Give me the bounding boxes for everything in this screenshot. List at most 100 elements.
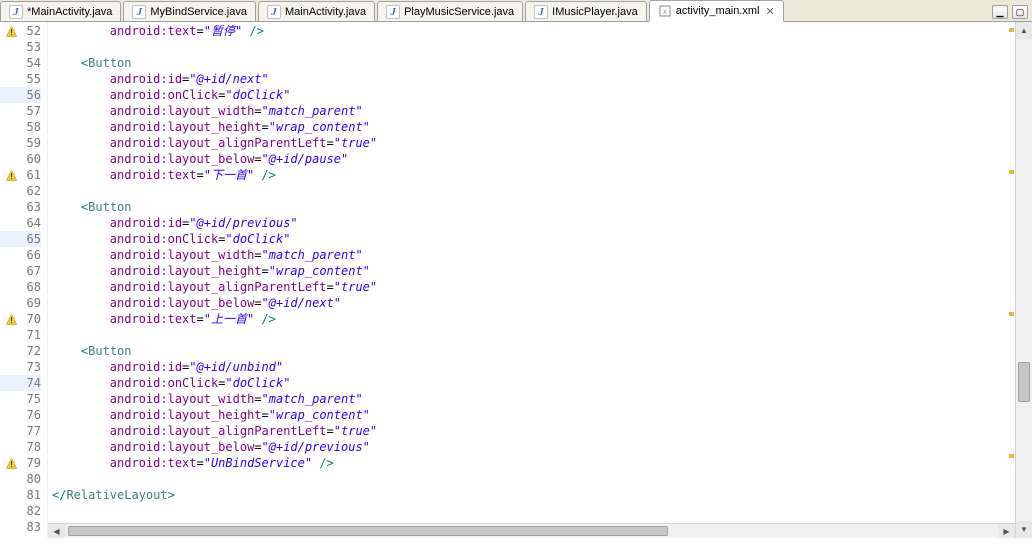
token-attr: android:layout_height: [110, 264, 262, 278]
token-attr: android:id: [110, 360, 182, 374]
token-attr: android:layout_below: [110, 296, 255, 310]
code-line: <Button: [52, 199, 1015, 215]
editor-tab[interactable]: JMainActivity.java: [258, 1, 375, 21]
token-attr: android:text: [110, 456, 197, 470]
editor-tab[interactable]: JIMusicPlayer.java: [525, 1, 647, 21]
close-icon[interactable]: ✕: [765, 5, 774, 18]
code-line: android:text="暂停" />: [52, 23, 1015, 39]
maximize-button[interactable]: ▢: [1012, 5, 1028, 19]
token-eq: =: [254, 104, 261, 118]
token-tag: RelativeLayout: [66, 488, 167, 502]
editor-area: 5253545556575859606162636465666768697071…: [0, 22, 1032, 538]
code-line: android:layout_width="match_parent": [52, 247, 1015, 263]
token-str: "match_parent": [262, 392, 363, 406]
code-line: [52, 471, 1015, 487]
token-eq: =: [262, 264, 269, 278]
token-str: "true": [334, 424, 377, 438]
token-attr: android:text: [110, 24, 197, 38]
token-str: "match_parent": [262, 248, 363, 262]
token-str: "@+id/pause": [262, 152, 349, 166]
vertical-scrollbar[interactable]: ▲ ▼: [1015, 22, 1032, 538]
token-tag: Button: [88, 344, 131, 358]
editor-tab[interactable]: JMyBindService.java: [123, 1, 256, 21]
code-line: android:onClick="doClick": [52, 375, 1015, 391]
line-number: 72: [0, 343, 41, 359]
line-number: 73: [0, 359, 41, 375]
line-number: 79: [0, 455, 41, 471]
scroll-left-button[interactable]: ◀: [48, 524, 65, 538]
code-line: android:layout_below="@+id/pause": [52, 151, 1015, 167]
token-attr: android:layout_below: [110, 440, 255, 454]
code-line: android:layout_height="wrap_content": [52, 119, 1015, 135]
scroll-thumb[interactable]: [68, 526, 668, 536]
line-number: 58: [0, 119, 41, 135]
java-file-icon: J: [132, 5, 146, 19]
token-eq: =: [262, 120, 269, 134]
code-content[interactable]: android:text="暂停" /> <Button android:id=…: [48, 22, 1015, 538]
editor-tab[interactable]: J PlayMusicService.java: [377, 1, 523, 21]
window-controls: ▁ ▢: [988, 3, 1032, 21]
line-number: 76: [0, 407, 41, 423]
token-eq: =: [197, 168, 204, 182]
code-line: android:layout_height="wrap_content": [52, 407, 1015, 423]
token-str: "doClick": [225, 88, 290, 102]
token-str: "@+id/previous": [189, 216, 297, 230]
code-line: [52, 327, 1015, 343]
token-brk: </: [52, 488, 66, 502]
token-str: "上一首": [204, 312, 254, 326]
token-attr: android:layout_width: [110, 104, 255, 118]
line-number: 63: [0, 199, 41, 215]
line-number: 52: [0, 23, 41, 39]
token-str: "match_parent": [262, 104, 363, 118]
token-eq: =: [262, 408, 269, 422]
token-attr: android:layout_width: [110, 248, 255, 262]
xml-file-icon: X: [658, 4, 672, 18]
token-attr: android:layout_height: [110, 120, 262, 134]
code-line: android:layout_below="@+id/previous": [52, 439, 1015, 455]
code-line: [52, 183, 1015, 199]
line-number: 64: [0, 215, 41, 231]
line-number: 74: [0, 375, 41, 391]
token-tag: Button: [88, 56, 131, 70]
scroll-up-button[interactable]: ▲: [1016, 22, 1032, 39]
tab-label: IMusicPlayer.java: [552, 6, 638, 18]
token-brk: />: [312, 456, 334, 470]
line-number: 65: [0, 231, 41, 247]
tab-label: PlayMusicService.java: [404, 6, 514, 18]
editor-tab[interactable]: Xactivity_main.xml✕: [649, 0, 784, 22]
line-number: 60: [0, 151, 41, 167]
token-str: "doClick": [225, 376, 290, 390]
editor-tab[interactable]: J*MainActivity.java: [0, 1, 121, 21]
line-number: 77: [0, 423, 41, 439]
overview-ruler[interactable]: [1006, 22, 1014, 538]
token-attr: android:onClick: [110, 88, 218, 102]
warning-icon: [6, 313, 17, 324]
token-attr: android:onClick: [110, 232, 218, 246]
horizontal-scrollbar[interactable]: ◀ ▶: [48, 523, 1015, 538]
scroll-thumb[interactable]: [1018, 362, 1030, 402]
token-brk: />: [254, 168, 276, 182]
line-number: 61: [0, 167, 41, 183]
token-str: "@+id/next": [262, 296, 341, 310]
token-str: "@+id/unbind": [189, 360, 283, 374]
line-number: 83: [0, 519, 41, 535]
token-str: "UnBindService": [204, 456, 312, 470]
code-line: android:layout_height="wrap_content": [52, 263, 1015, 279]
token-eq: =: [254, 248, 261, 262]
token-eq: =: [327, 136, 334, 150]
tab-label: *MainActivity.java: [27, 6, 112, 18]
minimize-button[interactable]: ▁: [992, 5, 1008, 19]
token-str: "wrap_content": [269, 264, 370, 278]
line-number: 53: [0, 39, 41, 55]
token-eq: =: [327, 424, 334, 438]
java-file-icon: J: [386, 5, 400, 19]
token-str: "true": [334, 136, 377, 150]
code-line: android:text="下一首" />: [52, 167, 1015, 183]
code-line: android:id="@+id/previous": [52, 215, 1015, 231]
line-number: 54: [0, 55, 41, 71]
scroll-down-button[interactable]: ▼: [1016, 521, 1032, 538]
token-eq: =: [197, 24, 204, 38]
token-eq: =: [197, 456, 204, 470]
code-line: [52, 503, 1015, 519]
line-number: 67: [0, 263, 41, 279]
